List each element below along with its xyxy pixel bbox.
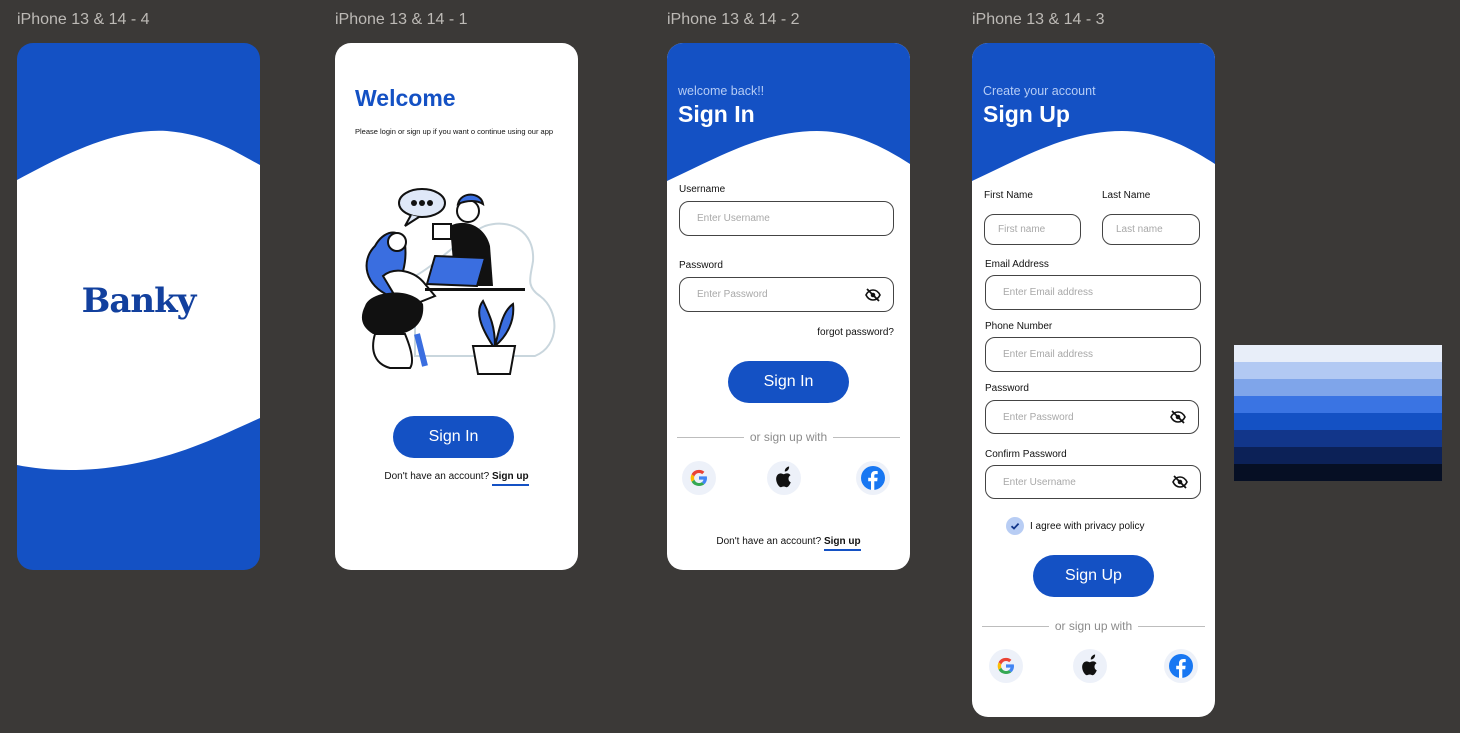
frame-label-signin: iPhone 13 & 14 - 2: [667, 11, 800, 28]
facebook-icon: [1169, 654, 1193, 678]
google-icon: [997, 657, 1014, 674]
apple-button[interactable]: [767, 461, 801, 495]
signin-greeting: welcome back!!: [678, 84, 765, 98]
signin-signup-link[interactable]: Sign up: [823, 536, 861, 551]
palette-swatch: [1234, 413, 1442, 430]
palette-swatch: [1234, 396, 1442, 413]
username-label: Username: [679, 184, 726, 195]
username-input[interactable]: Enter Username: [679, 201, 894, 236]
signin-button[interactable]: Sign In: [728, 361, 849, 403]
email-input[interactable]: Enter Email address: [985, 275, 1201, 310]
facebook-icon: [861, 466, 885, 490]
frame-label-splash: iPhone 13 & 14 - 4: [17, 11, 150, 28]
signup-greeting: Create your account: [983, 84, 1096, 98]
facebook-button[interactable]: [856, 461, 890, 495]
eye-off-icon[interactable]: [1172, 475, 1188, 489]
divider-text: or sign up with: [749, 430, 828, 444]
signup-button[interactable]: Sign Up: [1033, 555, 1154, 597]
signin-title: Sign In: [678, 101, 755, 127]
password-placeholder: Enter Password: [1003, 411, 1074, 423]
confirm-password-placeholder: Enter Username: [1003, 476, 1076, 488]
last-name-input[interactable]: Last name: [1102, 214, 1200, 245]
frame-label-signup: iPhone 13 & 14 - 3: [972, 11, 1105, 28]
welcome-signup-link[interactable]: Sign up: [491, 471, 529, 486]
palette-swatch: [1234, 379, 1442, 396]
forgot-password-link[interactable]: forgot password?: [817, 327, 894, 338]
illustration: [361, 188, 556, 375]
no-account-text: Don't have an account?: [384, 471, 490, 482]
welcome-no-account: Don't have an account? Sign up: [335, 471, 578, 486]
google-icon: [690, 469, 707, 486]
first-name-input[interactable]: First name: [984, 214, 1081, 245]
signup-screen: Create your account Sign Up First Name L…: [972, 43, 1215, 717]
signup-password-input[interactable]: Enter Password: [985, 400, 1199, 434]
apple-button[interactable]: [1073, 649, 1107, 683]
palette-swatch: [1234, 362, 1442, 379]
password-label: Password: [985, 383, 1029, 394]
palette-swatch: [1234, 464, 1442, 481]
phone-input[interactable]: Enter Email address: [985, 337, 1201, 372]
privacy-checkbox[interactable]: [1006, 517, 1024, 535]
palette-swatch: [1234, 447, 1442, 464]
welcome-signin-button[interactable]: Sign In: [393, 416, 514, 458]
signup-title: Sign Up: [983, 101, 1070, 127]
welcome-title: Welcome: [355, 85, 456, 111]
eye-off-icon[interactable]: [865, 287, 881, 302]
eye-off-icon[interactable]: [1170, 410, 1186, 424]
signin-no-account: Don't have an account? Sign up: [667, 536, 910, 551]
password-placeholder: Enter Password: [697, 289, 768, 300]
social-divider: or sign up with: [982, 619, 1205, 633]
phone-label: Phone Number: [985, 321, 1053, 332]
first-name-label: First Name: [984, 190, 1033, 201]
apple-icon: [1082, 654, 1097, 676]
frame-label-welcome: iPhone 13 & 14 - 1: [335, 11, 468, 28]
welcome-subtitle: Please login or sign up if you want o co…: [355, 127, 554, 136]
password-label: Password: [679, 260, 723, 271]
check-icon: [1010, 522, 1020, 530]
no-account-text: Don't have an account?: [716, 536, 822, 547]
divider-text: or sign up with: [1054, 619, 1133, 633]
welcome-screen: Welcome Please login or sign up if you w…: [335, 43, 578, 570]
banky-logo: Banky: [81, 281, 197, 321]
last-name-label: Last Name: [1102, 190, 1151, 201]
email-label: Email Address: [985, 259, 1049, 270]
splash-screen: Banky: [17, 43, 260, 570]
password-input[interactable]: Enter Password: [679, 277, 894, 312]
confirm-password-input[interactable]: Enter Username: [985, 465, 1201, 499]
privacy-agree-text: I agree with privacy policy: [1030, 521, 1145, 532]
signin-screen: welcome back!! Sign In Username Enter Us…: [667, 43, 910, 570]
social-divider: or sign up with: [677, 430, 900, 444]
confirm-password-label: Confirm Password: [985, 449, 1067, 460]
google-button[interactable]: [682, 461, 716, 495]
facebook-button[interactable]: [1164, 649, 1198, 683]
color-palette: [1234, 345, 1442, 481]
google-button[interactable]: [989, 649, 1023, 683]
palette-swatch: [1234, 345, 1442, 362]
palette-swatch: [1234, 430, 1442, 447]
apple-icon: [776, 466, 791, 488]
